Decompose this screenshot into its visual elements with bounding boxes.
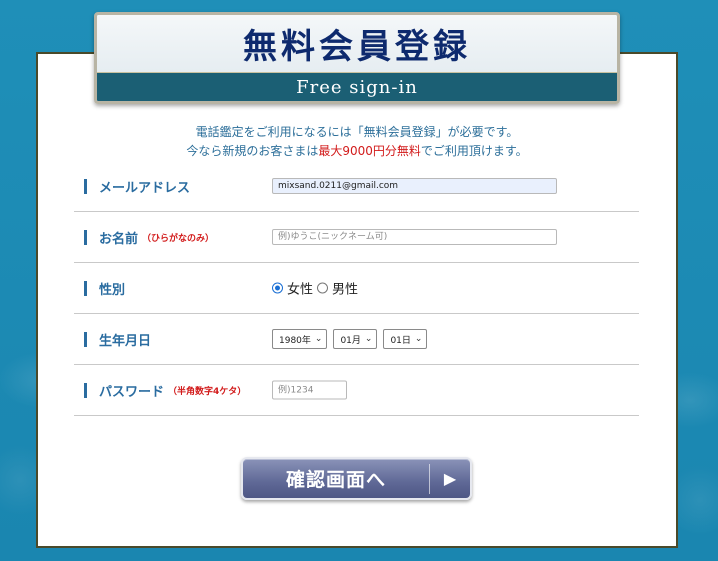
gender-female-radio[interactable] xyxy=(272,282,283,294)
chevron-down-icon: ⌄ xyxy=(414,334,423,344)
header-banner: 無料会員登録 Free sign-in xyxy=(94,12,620,104)
gender-row: 性別 女性 男性 xyxy=(74,263,639,314)
gender-label: 性別 xyxy=(99,282,126,298)
password-label: パスワード xyxy=(99,384,165,400)
name-label: お名前 xyxy=(99,231,139,247)
password-note: （半角数字4ケタ） xyxy=(168,386,247,397)
play-arrow-icon: ▶ xyxy=(443,469,457,488)
page-subtitle: Free sign-in xyxy=(296,76,418,98)
chevron-down-icon: ⌄ xyxy=(314,334,323,344)
birthday-label: 生年月日 xyxy=(99,333,152,349)
birth-year-select[interactable]: 1980年 ⌄ xyxy=(272,329,328,349)
password-field[interactable] xyxy=(272,380,347,400)
birth-day-select[interactable]: 01日 ⌄ xyxy=(383,329,428,349)
name-field[interactable] xyxy=(272,229,557,245)
confirm-button-label: 確認画面へ xyxy=(285,469,386,491)
email-label: メールアドレス xyxy=(99,180,191,196)
label-marker xyxy=(84,229,87,245)
birth-month-select[interactable]: 01月 ⌄ xyxy=(333,329,378,349)
intro-text: 電話鑑定をご利用になるには「無料会員登録」が必要です。 今なら新規のお客さまは最… xyxy=(36,123,678,161)
name-note: （ひらがなのみ） xyxy=(142,233,215,244)
gender-male-label[interactable]: 男性 xyxy=(332,279,358,298)
intro-line-1: 電話鑑定をご利用になるには「無料会員登録」が必要です。 xyxy=(195,125,519,139)
confirm-button[interactable]: 確認画面へ ▶ xyxy=(241,457,472,500)
label-marker xyxy=(84,382,87,398)
label-marker xyxy=(84,178,87,194)
label-marker xyxy=(84,280,87,296)
promo-highlight: 最大9000円分無料 xyxy=(318,144,421,158)
chevron-down-icon: ⌄ xyxy=(364,334,373,344)
birthday-row: 生年月日 1980年 ⌄ 01月 ⌄ 01日 ⌄ xyxy=(74,314,639,365)
gender-male-radio[interactable] xyxy=(317,282,329,294)
email-field[interactable] xyxy=(272,178,557,194)
label-marker xyxy=(84,331,87,347)
name-row: お名前 （ひらがなのみ） xyxy=(74,212,639,263)
email-row: メールアドレス xyxy=(74,161,639,212)
intro-line-2: 今なら新規のお客さまは最大9000円分無料でご利用頂けます。 xyxy=(186,144,528,158)
password-row: パスワード （半角数字4ケタ） xyxy=(74,365,639,416)
page-title: 無料会員登録 xyxy=(243,27,471,67)
gender-female-label[interactable]: 女性 xyxy=(287,279,313,298)
